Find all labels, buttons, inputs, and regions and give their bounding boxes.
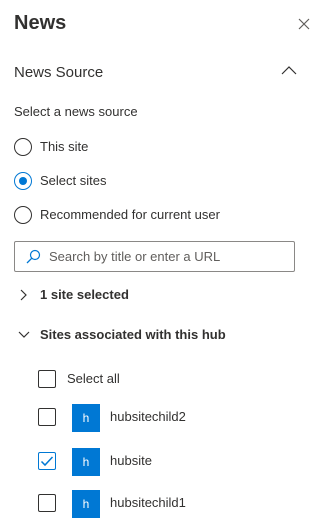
radio-circle (14, 138, 32, 156)
news-source-prompt: Select a news source (14, 104, 138, 119)
radio-selected-dot (19, 177, 27, 185)
news-source-heading: News Source (14, 64, 104, 81)
search-box[interactable] (14, 241, 295, 272)
radio-this-site[interactable]: This site (14, 138, 204, 158)
site-checkbox[interactable] (38, 408, 56, 426)
site-row: h hubsitechild1 (38, 490, 268, 518)
close-icon (298, 18, 310, 30)
site-logo-tile: h (72, 404, 100, 432)
chevron-right-icon (20, 289, 27, 301)
select-all-label: Select all (67, 371, 120, 386)
radio-label: Recommended for current user (40, 207, 220, 222)
collapse-section-button[interactable] (280, 64, 298, 76)
search-input[interactable] (49, 246, 289, 267)
close-button[interactable] (296, 16, 312, 32)
radio-label: Select sites (40, 173, 107, 188)
search-icon (26, 249, 41, 264)
site-checkbox[interactable] (38, 452, 56, 470)
site-name: hubsite (110, 453, 152, 468)
site-name: hubsitechild2 (110, 409, 186, 424)
site-logo-tile: h (72, 490, 100, 518)
selected-sites-expander[interactable]: 1 site selected (18, 286, 308, 306)
select-all-row: Select all (38, 366, 268, 392)
site-name: hubsitechild1 (110, 495, 186, 510)
selected-sites-label: 1 site selected (40, 287, 129, 302)
chevron-up-icon (281, 66, 297, 75)
site-row: h hubsitechild2 (38, 404, 268, 432)
radio-circle (14, 206, 32, 224)
panel-title: News (14, 12, 67, 34)
radio-circle (14, 172, 32, 190)
select-all-checkbox[interactable] (38, 370, 56, 388)
hub-sites-heading: Sites associated with this hub (40, 327, 226, 342)
site-logo-tile: h (72, 448, 100, 476)
hub-sites-expander[interactable]: Sites associated with this hub (18, 326, 308, 346)
radio-recommended[interactable]: Recommended for current user (14, 206, 254, 226)
radio-label: This site (40, 139, 89, 154)
radio-select-sites[interactable]: Select sites (14, 172, 204, 192)
chevron-down-icon (18, 331, 30, 338)
site-row: h hubsite (38, 448, 268, 476)
checkmark-icon (40, 456, 54, 467)
site-checkbox[interactable] (38, 494, 56, 512)
